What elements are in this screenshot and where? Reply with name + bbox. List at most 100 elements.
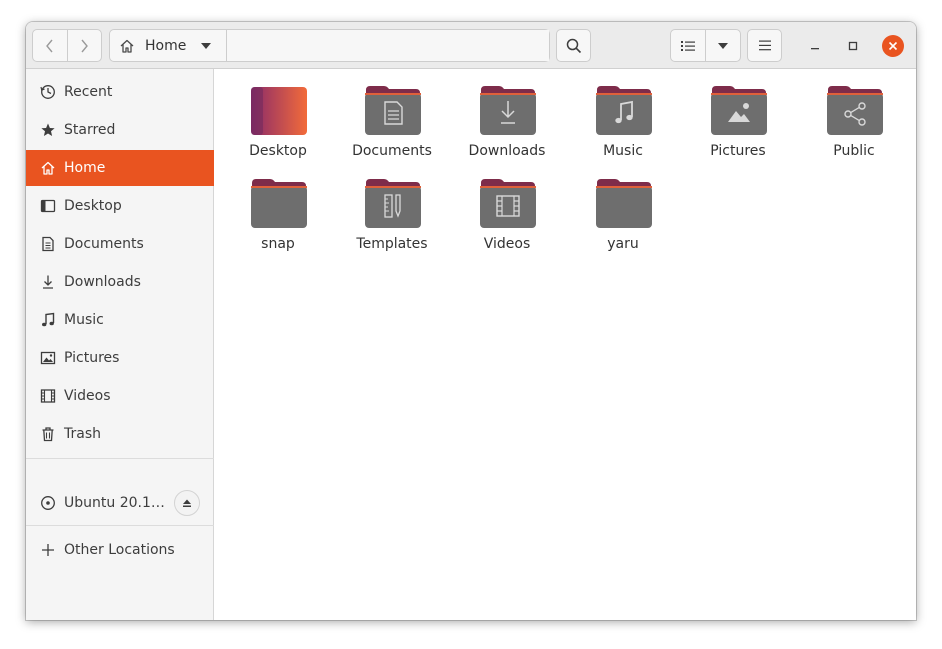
sidebar-item-music[interactable]: Music: [26, 302, 214, 338]
minimize-icon: [811, 48, 819, 50]
file-item-yaru[interactable]: yaru: [568, 162, 678, 252]
file-item-desktop[interactable]: Desktop: [223, 69, 333, 159]
plus-icon: [39, 541, 57, 559]
sidebar-item-label: Ubuntu 20.1…: [64, 495, 165, 511]
videos-folder-icon: [480, 179, 536, 228]
sidebar-item-label: Downloads: [64, 274, 141, 290]
view-toggle-group: [670, 29, 741, 62]
sidebar-item-label: Trash: [64, 426, 101, 442]
download-icon: [39, 273, 57, 291]
sidebar-item-pictures[interactable]: Pictures: [26, 340, 214, 376]
star-icon: [39, 121, 57, 139]
back-button[interactable]: [33, 30, 67, 61]
caret-down-icon: [201, 42, 212, 49]
sidebar-item-label: Starred: [64, 122, 116, 138]
close-icon: [888, 41, 898, 51]
maximize-icon: [848, 41, 858, 51]
path-label: Home: [145, 37, 187, 54]
sidebar: Recent Starred Home Desktop Documents Do…: [26, 69, 214, 620]
chevron-left-icon: [45, 39, 53, 52]
templates-folder-icon: [365, 179, 421, 228]
path-crumb-home[interactable]: Home: [110, 30, 227, 61]
main-menu-button[interactable]: [747, 29, 782, 62]
file-name: Documents: [352, 143, 432, 159]
eject-button[interactable]: [174, 490, 200, 516]
trash-icon: [39, 425, 57, 443]
documents-folder-icon: [365, 86, 421, 135]
file-item-music[interactable]: Music: [568, 69, 678, 159]
pictures-folder-icon: [711, 86, 767, 135]
desktop-folder-icon: [251, 87, 307, 135]
navigation-buttons: [32, 29, 102, 62]
sidebar-item-label: Pictures: [64, 350, 120, 366]
public-folder-icon: [827, 86, 883, 135]
desktop-icon: [39, 197, 57, 215]
file-name: Videos: [483, 236, 531, 252]
file-name: Music: [603, 143, 643, 159]
file-item-templates[interactable]: Templates: [337, 162, 447, 252]
file-name: Pictures: [710, 143, 766, 159]
path-bar-empty-area[interactable]: [227, 30, 549, 61]
clock-icon: [39, 83, 57, 101]
file-item-public[interactable]: Public: [799, 69, 909, 159]
file-item-documents[interactable]: Documents: [337, 69, 447, 159]
sidebar-item-desktop[interactable]: Desktop: [26, 188, 214, 224]
video-icon: [39, 387, 57, 405]
path-bar: Home: [109, 29, 550, 62]
list-view-icon: [681, 40, 695, 51]
chevron-right-icon: [81, 39, 89, 52]
document-icon: [39, 235, 57, 253]
file-item-downloads[interactable]: Downloads: [452, 69, 562, 159]
file-manager-window: Home Recent Starred Home Desktop Documen…: [26, 22, 916, 620]
sidebar-item-home[interactable]: Home: [26, 150, 214, 186]
view-options-button[interactable]: [705, 30, 740, 61]
home-icon: [120, 39, 134, 53]
search-icon: [566, 38, 581, 53]
close-button[interactable]: [882, 35, 904, 57]
music-icon: [39, 311, 57, 329]
sidebar-item-videos[interactable]: Videos: [26, 378, 214, 414]
caret-down-icon: [718, 42, 728, 49]
search-button[interactable]: [556, 29, 591, 62]
sidebar-item-ubuntu-device[interactable]: Ubuntu 20.1…: [26, 485, 214, 521]
picture-icon: [39, 349, 57, 367]
sidebar-item-trash[interactable]: Trash: [26, 416, 214, 452]
home-icon: [39, 159, 57, 177]
disc-icon: [39, 494, 57, 512]
file-name: Desktop: [249, 143, 307, 159]
file-name: yaru: [607, 236, 639, 252]
sidebar-item-label: Documents: [64, 236, 144, 252]
forward-button[interactable]: [66, 30, 102, 61]
file-name: Public: [833, 143, 875, 159]
sidebar-item-documents[interactable]: Documents: [26, 226, 214, 262]
file-name: Downloads: [468, 143, 546, 159]
sidebar-item-label: Other Locations: [64, 542, 175, 558]
sidebar-separator: [26, 458, 214, 459]
sidebar-item-label: Videos: [64, 388, 111, 404]
file-item-snap[interactable]: snap: [223, 162, 333, 252]
minimize-button[interactable]: [803, 34, 827, 58]
list-view-button[interactable]: [671, 30, 705, 61]
file-name: snap: [261, 236, 295, 252]
sidebar-item-recent[interactable]: Recent: [26, 74, 214, 110]
sidebar-item-label: Home: [64, 160, 106, 176]
downloads-folder-icon: [480, 86, 536, 135]
hamburger-menu-icon: [758, 40, 771, 51]
sidebar-item-downloads[interactable]: Downloads: [26, 264, 214, 300]
sidebar-separator: [26, 525, 214, 526]
maximize-button[interactable]: [841, 34, 865, 58]
folder-icon: [596, 179, 652, 228]
sidebar-item-other-locations[interactable]: Other Locations: [26, 532, 214, 568]
file-item-pictures[interactable]: Pictures: [683, 69, 793, 159]
file-view: Desktop Documents Downloads Music Pictur…: [215, 69, 916, 620]
file-name: Templates: [356, 236, 428, 252]
sidebar-item-label: Music: [64, 312, 104, 328]
music-folder-icon: [596, 86, 652, 135]
header-bar: Home: [26, 22, 916, 69]
sidebar-item-label: Desktop: [64, 198, 122, 214]
file-item-videos[interactable]: Videos: [452, 162, 562, 252]
folder-icon: [251, 179, 307, 228]
eject-icon: [183, 499, 191, 507]
sidebar-item-label: Recent: [64, 84, 113, 100]
sidebar-item-starred[interactable]: Starred: [26, 112, 214, 148]
